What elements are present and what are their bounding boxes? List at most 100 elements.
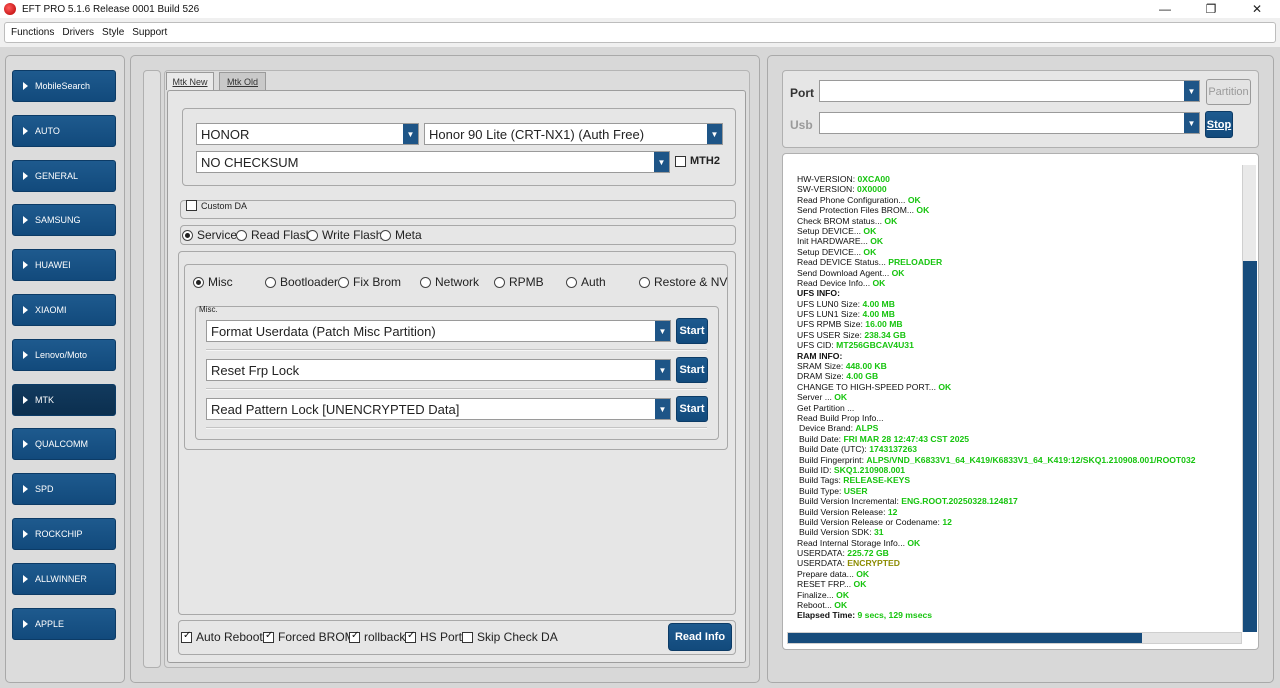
sidebar-item-spd[interactable]: SPD	[12, 473, 116, 506]
skip-check-da-checkbox[interactable]: Skip Check DA	[462, 630, 558, 644]
log-value: ALPS	[855, 423, 879, 434]
radio-icon	[639, 276, 650, 288]
partition-button[interactable]: Partition	[1206, 79, 1251, 105]
port-select[interactable]: ▼	[819, 80, 1200, 102]
hs-port-checkbox[interactable]: HS Port	[405, 630, 462, 644]
mth2-checkbox[interactable]: MTH2	[675, 155, 720, 167]
brand-select[interactable]: HONOR ▼	[196, 123, 419, 145]
log-line: Prepare data... OK	[797, 569, 1243, 579]
log-line: Build Fingerprint: ALPS/VND_K6833V1_64_K…	[797, 455, 1243, 465]
sidebar-item-huawei[interactable]: HUAWEI	[12, 249, 116, 282]
checkbox-icon	[263, 630, 274, 643]
mode-service-radio[interactable]: Service	[182, 228, 237, 242]
start-button-1[interactable]: Start	[676, 318, 708, 344]
usb-select[interactable]: ▼	[819, 112, 1200, 134]
radio-icon	[420, 276, 431, 288]
maximize-button[interactable]: ❐	[1188, 0, 1234, 18]
option-label: Skip Check DA	[477, 630, 558, 644]
start-button-3[interactable]: Start	[676, 396, 708, 422]
log-key: Get Partition ...	[797, 402, 855, 413]
service-tab-network-radio[interactable]: Network	[420, 275, 479, 289]
option-label: HS Port	[420, 630, 463, 644]
stop-button[interactable]: Stop	[1205, 111, 1233, 138]
log-horizontal-scrollbar[interactable]	[787, 632, 1242, 644]
log-value: OK	[907, 194, 921, 205]
misc-operation-select-1[interactable]: Format Userdata (Patch Misc Partition) ▼	[206, 320, 671, 342]
checksum-select[interactable]: NO CHECKSUM ▼	[196, 151, 670, 173]
log-value: OK	[891, 267, 905, 278]
panel-side-strip	[143, 70, 161, 668]
service-tab-fix-brom-radio[interactable]: Fix Brom	[338, 275, 401, 289]
checkbox-icon	[186, 200, 197, 211]
misc-operation-select-3[interactable]: Read Pattern Lock [UNENCRYPTED Data] ▼	[206, 398, 671, 420]
chevron-down-icon: ▼	[654, 152, 669, 172]
sidebar-item-mobilesearch[interactable]: MobileSearch	[12, 70, 116, 102]
sidebar-item-xiaomi[interactable]: XIAOMI	[12, 294, 116, 326]
service-tab-bootloader-radio[interactable]: Bootloader	[265, 275, 338, 289]
chevron-down-icon: ▼	[655, 399, 670, 419]
play-arrow-icon	[23, 126, 28, 135]
minimize-button[interactable]: —	[1142, 0, 1188, 18]
menu-style[interactable]: Style	[102, 27, 124, 38]
sidebar-item-mtk[interactable]: MTK	[12, 383, 116, 416]
start-button-2[interactable]: Start	[676, 357, 708, 383]
log-text: HW-VERSION: 0XCA00 SW-VERSION: 0X0000 Read…	[797, 174, 1243, 621]
sidebar-item-rockchip[interactable]: ROCKCHIP	[12, 518, 116, 550]
operation-value: Read Pattern Lock [UNENCRYPTED Data]	[211, 401, 460, 417]
log-key: SRAM Size:	[797, 361, 846, 372]
service-tab-rpmb-radio[interactable]: RPMB	[494, 275, 544, 289]
read-info-button[interactable]: Read Info	[668, 623, 732, 651]
service-tab-restore-nv-radio[interactable]: Restore & NV	[639, 275, 727, 289]
sidebar-item-allwinner[interactable]: ALLWINNER	[12, 562, 116, 595]
service-tab-misc-radio[interactable]: Misc	[193, 275, 233, 289]
mode-read-flash-radio[interactable]: Read Flash	[236, 228, 312, 242]
log-line: Read Build Prop Info...	[797, 413, 1243, 423]
sidebar-item-lenovo-moto[interactable]: Lenovo/Moto	[12, 338, 116, 371]
sidebar-item-general[interactable]: GENERAL	[12, 159, 116, 192]
log-line: UFS RPMB Size: 16.00 MB	[797, 319, 1243, 329]
log-vertical-scrollbar[interactable]	[1242, 165, 1257, 632]
scrollbar-thumb[interactable]	[788, 633, 1142, 643]
tab-mtk-old[interactable]: Mtk Old	[219, 72, 266, 90]
rollback-checkbox[interactable]: rollback	[349, 630, 405, 644]
divider	[206, 388, 707, 390]
device-select-group	[182, 108, 736, 186]
menu-support[interactable]: Support	[132, 27, 167, 38]
log-value: 12	[942, 516, 952, 527]
mode-write-flash-radio[interactable]: Write Flash	[307, 228, 382, 242]
sidebar-item-samsung[interactable]: SAMSUNG	[12, 204, 116, 237]
log-line: HW-VERSION: 0XCA00	[797, 174, 1243, 184]
log-line: Setup DEVICE... OK	[797, 226, 1243, 236]
sidebar-item-qualcomm[interactable]: QUALCOMM	[12, 428, 116, 461]
sidebar-item-auto[interactable]: AUTO	[12, 114, 116, 147]
model-select[interactable]: Honor 90 Lite (CRT-NX1) (Auth Free) ▼	[424, 123, 723, 145]
log-output[interactable]: HW-VERSION: 0XCA00 SW-VERSION: 0X0000 Read…	[782, 153, 1259, 650]
close-button[interactable]: ✕	[1234, 0, 1280, 18]
sidebar-item-apple[interactable]: APPLE	[12, 607, 116, 640]
custom-da-checkbox[interactable]: Custom DA	[186, 200, 247, 211]
log-line: Read DEVICE Status... PRELOADER	[797, 257, 1243, 267]
forced-brom-checkbox[interactable]: Forced BROM	[263, 630, 355, 644]
scrollbar-thumb[interactable]	[1243, 261, 1257, 632]
menu-drivers[interactable]: Drivers	[62, 27, 94, 38]
menu-functions[interactable]: Functions	[11, 27, 54, 38]
log-value: 0X0000	[857, 184, 887, 195]
log-key: Build Tags:	[799, 475, 844, 486]
log-line: UFS LUN1 Size: 4.00 MB	[797, 309, 1243, 319]
sidebar-item-label: AUTO	[35, 125, 60, 136]
tab-mtk-new[interactable]: Mtk New	[166, 72, 214, 90]
service-tab-auth-radio[interactable]: Auth	[566, 275, 606, 289]
log-line: USERDATA: ENCRYPTED	[797, 558, 1243, 568]
log-line: RESET FRP... OK	[797, 579, 1243, 589]
mode-meta-radio[interactable]: Meta	[380, 228, 422, 242]
log-line: Read Internal Storage Info... OK	[797, 538, 1243, 548]
log-value: RELEASE-KEYS	[843, 475, 911, 486]
log-key: Send Protection Files BROM...	[797, 205, 917, 216]
auto-reboot-checkbox[interactable]: Auto Reboot	[181, 630, 263, 644]
chevron-down-icon: ▼	[403, 124, 418, 144]
log-value: MT256GBCAV4U31	[836, 340, 914, 351]
sidebar-item-label: SAMSUNG	[35, 215, 81, 226]
log-key: USERDATA:	[797, 558, 848, 569]
misc-operation-select-2[interactable]: Reset Frp Lock ▼	[206, 359, 671, 381]
sidebar-item-label: XIAOMI	[35, 305, 67, 315]
